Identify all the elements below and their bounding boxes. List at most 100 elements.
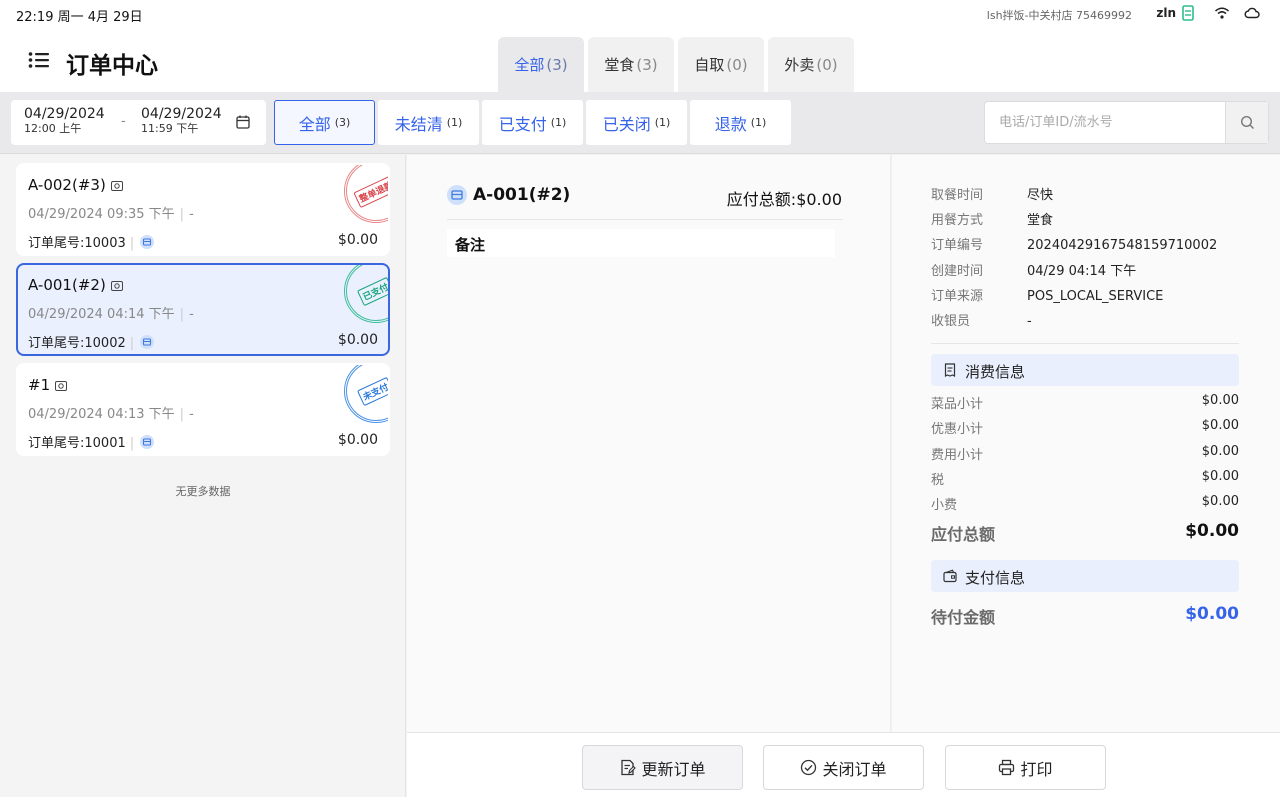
update-order-button[interactable]: 更新订单	[582, 745, 743, 790]
order-extra: -	[189, 407, 194, 422]
dine-in-icon	[110, 280, 123, 291]
info-key: 订单编号	[931, 238, 984, 253]
store-service-icon	[447, 185, 467, 205]
order-time: 04/29/2024 04:13 下午 | -	[28, 407, 194, 422]
payment-section-header: 支付信息	[931, 560, 1239, 592]
row-key: 优惠小计	[931, 422, 984, 437]
order-tail: 订单尾号:10003 |	[28, 232, 155, 251]
dine-in-icon	[110, 180, 123, 191]
print-button[interactable]: 打印	[945, 745, 1106, 790]
consumption-section-header: 消费信息	[931, 354, 1239, 386]
search-button[interactable]	[1225, 102, 1268, 143]
tab-label: 未结清	[394, 114, 443, 134]
end-date: 04/29/2024 11:59 下午	[141, 106, 222, 135]
detail-order-name: A-001(#2)	[473, 185, 571, 205]
tab-count: (1)	[446, 116, 463, 129]
search-box	[984, 101, 1269, 144]
end-time-value: 11:59 下午	[141, 122, 199, 135]
order-time-text: 04/29/2024 04:14 下午	[28, 307, 175, 322]
info-row-order-number: 订单编号 20240429167548159710002	[931, 234, 1217, 253]
status-tab-all[interactable]: 全部 (3)	[274, 100, 375, 145]
clock: 22:19 周一 4月 29日	[16, 10, 143, 25]
info-key: 创建时间	[931, 264, 984, 279]
order-card[interactable]: A-002(#3) 04/29/2024 09:35 下午 | - 订单尾号:100…	[16, 163, 390, 256]
tab-all-types[interactable]: 全部 (3)	[498, 37, 584, 92]
tab-label: 已支付	[498, 114, 547, 134]
status-tab-paid[interactable]: 已支付 (1)	[482, 100, 583, 145]
info-value: 尽快	[1027, 188, 1054, 203]
order-name-text: A-001(#2)	[28, 276, 106, 294]
info-row-cashier: 收银员 -	[931, 310, 1032, 329]
search-input[interactable]	[985, 102, 1226, 143]
tab-delivery[interactable]: 外卖 (0)	[768, 37, 854, 92]
row-key: 费用小计	[931, 448, 984, 463]
store-name: lsh拌饭-中关村店 75469992	[986, 9, 1132, 22]
status-tabs: 全部 (3) 未结清 (1) 已支付 (1) 已关闭 (1) 退款 (1)	[274, 100, 791, 145]
info-row-created-time: 创建时间 04/29 04:14 下午	[931, 260, 1136, 279]
end-date-value: 04/29/2024	[141, 106, 222, 122]
edit-document-icon	[621, 759, 637, 776]
row-payable-total: 应付总额 $0.00	[931, 521, 1239, 545]
tab-label: 堂食	[604, 56, 635, 74]
detail-total: 应付总额:$0.00	[726, 190, 842, 209]
printer-icon	[999, 759, 1015, 776]
date-range-picker[interactable]: 04/29/2024 12:00 上午 - 04/29/2024 11:59 下午	[11, 100, 266, 145]
row-fee-subtotal: 费用小计 $0.00	[931, 444, 1239, 463]
button-label: 更新订单	[641, 759, 706, 779]
order-name-text: #1	[28, 376, 51, 394]
store-service-icon	[140, 235, 155, 249]
tab-count: (3)	[334, 116, 351, 129]
tab-label: 全部	[514, 56, 545, 74]
row-value: $0.00	[1201, 444, 1239, 459]
receipt-icon	[944, 363, 956, 377]
info-row-order-source: 订单来源 POS_LOCAL_SERVICE	[931, 285, 1163, 304]
order-name: A-001(#2)	[28, 276, 123, 294]
button-label: 打印	[1020, 759, 1053, 779]
header: 订单中心 全部 (3) 堂食 (3) 自取 (0) 外卖 (0)	[0, 28, 1280, 92]
stamp-text: 已支付	[357, 276, 388, 306]
user-name: zln	[1156, 6, 1176, 20]
section-title: 支付信息	[965, 569, 1026, 587]
order-tail: 订单尾号:10001 |	[28, 432, 155, 451]
info-key: 收银员	[931, 314, 971, 329]
menu-icon[interactable]	[28, 50, 50, 70]
row-value: $0.00	[1201, 418, 1239, 433]
paid-stamp: 已支付	[344, 265, 388, 323]
tab-pickup[interactable]: 自取 (0)	[678, 37, 764, 92]
info-row-dining-mode: 用餐方式 堂食	[931, 209, 1053, 228]
info-row-pickup-time: 取餐时间 尽快	[931, 184, 1053, 203]
tab-dine-in[interactable]: 堂食 (3)	[588, 37, 674, 92]
close-order-button[interactable]: 关闭订单	[763, 745, 924, 790]
row-item-subtotal: 菜品小计 $0.00	[931, 393, 1239, 412]
unpaid-stamp: 未支付	[344, 365, 388, 423]
info-value: POS_LOCAL_SERVICE	[1027, 289, 1164, 304]
wifi-icon	[1215, 7, 1229, 19]
order-tail: 订单尾号:10002 |	[28, 332, 155, 351]
status-tab-refund[interactable]: 退款 (1)	[690, 100, 791, 145]
status-tab-closed[interactable]: 已关闭 (1)	[586, 100, 687, 145]
row-value: $0.00	[1201, 494, 1239, 509]
info-key: 订单来源	[931, 289, 984, 304]
remark-label: 备注	[455, 236, 486, 254]
start-date: 04/29/2024 12:00 上午	[24, 106, 105, 135]
tab-label: 全部	[298, 114, 331, 134]
calendar-icon[interactable]	[236, 115, 250, 129]
order-card[interactable]: #1 04/29/2024 04:13 下午 | - 订单尾号:10001 | $0.…	[16, 363, 390, 456]
order-info-panel: 取餐时间 尽快 用餐方式 堂食 订单编号 2024042916754815971000…	[892, 155, 1280, 732]
row-tip: 小费 $0.00	[931, 494, 1239, 513]
order-name: A-002(#3)	[28, 176, 123, 194]
order-card-selected[interactable]: A-001(#2) 04/29/2024 04:14 下午 | - 订单尾号:100…	[16, 263, 390, 356]
tab-label: 已关闭	[602, 114, 651, 134]
tab-count: (3)	[546, 55, 568, 74]
cloud-icon	[1244, 7, 1260, 19]
order-amount: $0.00	[337, 232, 378, 248]
info-value: 04/29 04:14 下午	[1027, 264, 1137, 279]
order-tail-text: 订单尾号:10001	[28, 436, 126, 451]
tab-count: (1)	[750, 116, 767, 129]
status-tab-unsettled[interactable]: 未结清 (1)	[378, 100, 479, 145]
row-key: 菜品小计	[931, 397, 984, 412]
info-value: -	[1027, 314, 1032, 329]
order-time: 04/29/2024 04:14 下午 | -	[28, 307, 194, 322]
status-bar: 22:19 周一 4月 29日 lsh拌饭-中关村店 75469992 zln	[0, 0, 1280, 28]
wallet-icon	[943, 569, 957, 583]
